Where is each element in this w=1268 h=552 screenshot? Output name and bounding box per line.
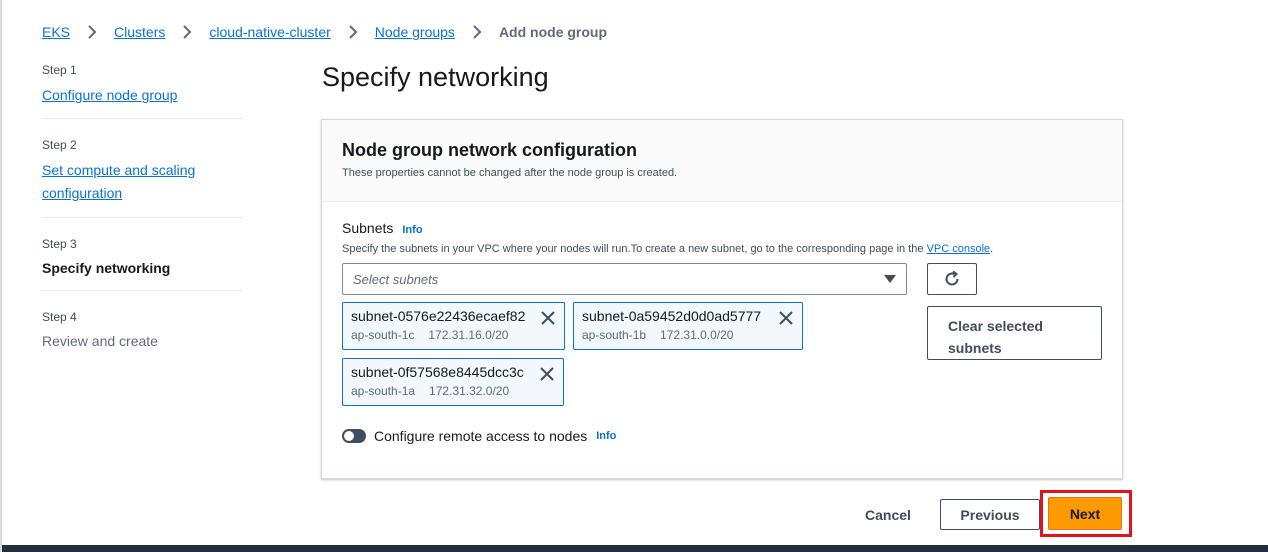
subnets-select-placeholder: Select subnets: [353, 271, 439, 287]
subnets-description-suffix: .: [990, 243, 994, 255]
chevron-right-icon: [467, 22, 487, 42]
subnet-token: subnet-0f57568e8445dcc3c ap-south-1a 172.…: [342, 358, 564, 406]
subnet-id: subnet-0a59452d0d0ad5777: [582, 308, 762, 324]
page-title: Specify networking: [322, 62, 549, 92]
subnet-cidr: 172.31.0.0/20: [660, 328, 734, 342]
breadcrumb-current: Add node group: [498, 24, 608, 40]
step-4: Step 4 Review and create: [42, 290, 242, 363]
step-number: Step 4: [42, 310, 77, 324]
subnet-az: ap-south-1a: [351, 384, 416, 398]
step-disabled-label: Review and create: [42, 333, 158, 349]
panel-header: Node group network configuration These p…: [322, 120, 1122, 202]
clear-selected-subnets-button[interactable]: Clear selected subnets: [927, 306, 1102, 360]
subnets-select[interactable]: Select subnets: [342, 263, 907, 295]
step-3: Step 3 Specify networking: [42, 217, 242, 290]
subnet-token: subnet-0a59452d0d0ad5777 ap-south-1b 172.…: [573, 302, 803, 350]
toggle-knob: [344, 431, 354, 441]
clear-label-line: Clear selected: [948, 317, 1043, 334]
clear-label-line: subnets: [948, 339, 1002, 356]
chevron-right-icon: [343, 22, 363, 42]
panel-title: Node group network configuration: [342, 140, 637, 160]
subnets-label: Subnets: [342, 220, 394, 236]
step-link-configure-node-group[interactable]: Configure node group: [42, 87, 177, 103]
refresh-button[interactable]: [927, 263, 977, 295]
next-button[interactable]: Next: [1048, 497, 1122, 530]
chevron-right-icon: [177, 22, 197, 42]
step-link-compute-scaling[interactable]: Set compute and scaling configuration: [42, 159, 242, 205]
panel-description: These properties cannot be changed after…: [342, 167, 678, 179]
close-icon[interactable]: [778, 310, 794, 326]
subnet-meta: ap-south-1c 172.31.16.0/20: [351, 328, 556, 342]
chevron-right-icon: [82, 22, 102, 42]
subnet-id: subnet-0f57568e8445dcc3c: [351, 364, 524, 380]
remote-access-row: Configure remote access to nodes Info: [342, 428, 616, 444]
subnet-id: subnet-0576e22436ecaef82: [351, 308, 526, 324]
step-number: Step 3: [42, 237, 77, 251]
step-1: Step 1 Configure node group: [42, 62, 242, 118]
wizard-steps: Step 1 Configure node group Step 2 Set c…: [42, 62, 242, 363]
step-current-label: Specify networking: [42, 260, 171, 276]
breadcrumb-clusters[interactable]: Clusters: [114, 24, 165, 40]
subnet-az: ap-south-1c: [351, 328, 415, 342]
subnet-cidr: 172.31.16.0/20: [428, 328, 509, 342]
subnet-token: subnet-0576e22436ecaef82 ap-south-1c 172.…: [342, 302, 565, 350]
subnet-meta: ap-south-1b 172.31.0.0/20: [582, 328, 794, 342]
breadcrumb: EKS Clusters cloud-native-cluster Node g…: [42, 22, 607, 42]
close-icon[interactable]: [540, 310, 556, 326]
step-link-line[interactable]: Set compute and scaling: [42, 162, 195, 178]
caret-down-icon: [884, 275, 896, 283]
remote-access-toggle[interactable]: [342, 429, 366, 443]
subnet-meta: ap-south-1a 172.31.32.0/20: [351, 384, 555, 398]
close-icon[interactable]: [539, 366, 555, 382]
step-link-line[interactable]: configuration: [42, 185, 122, 201]
subnets-description-text: Specify the subnets in your VPC where yo…: [342, 243, 927, 255]
subnets-info-link[interactable]: Info: [402, 224, 422, 236]
subnets-description: Specify the subnets in your VPC where yo…: [342, 243, 993, 255]
step-number: Step 2: [42, 138, 77, 152]
network-config-panel: Node group network configuration These p…: [321, 119, 1123, 479]
step-2: Step 2 Set compute and scaling configura…: [42, 118, 242, 217]
subnet-az: ap-south-1b: [582, 328, 647, 342]
remote-access-info-link[interactable]: Info: [596, 430, 616, 442]
subnet-cidr: 172.31.32.0/20: [429, 384, 510, 398]
breadcrumb-node-groups[interactable]: Node groups: [375, 24, 455, 40]
cancel-button[interactable]: Cancel: [854, 500, 922, 530]
breadcrumb-cluster[interactable]: cloud-native-cluster: [209, 24, 330, 40]
step-number: Step 1: [42, 63, 77, 77]
breadcrumb-eks[interactable]: EKS: [42, 24, 70, 40]
refresh-icon: [945, 270, 959, 286]
previous-button[interactable]: Previous: [940, 499, 1040, 530]
remote-access-label: Configure remote access to nodes: [374, 428, 588, 444]
bottom-bar: [2, 545, 1268, 552]
subnets-label-row: Subnets Info: [342, 220, 423, 236]
vpc-console-link[interactable]: VPC console: [927, 243, 991, 255]
